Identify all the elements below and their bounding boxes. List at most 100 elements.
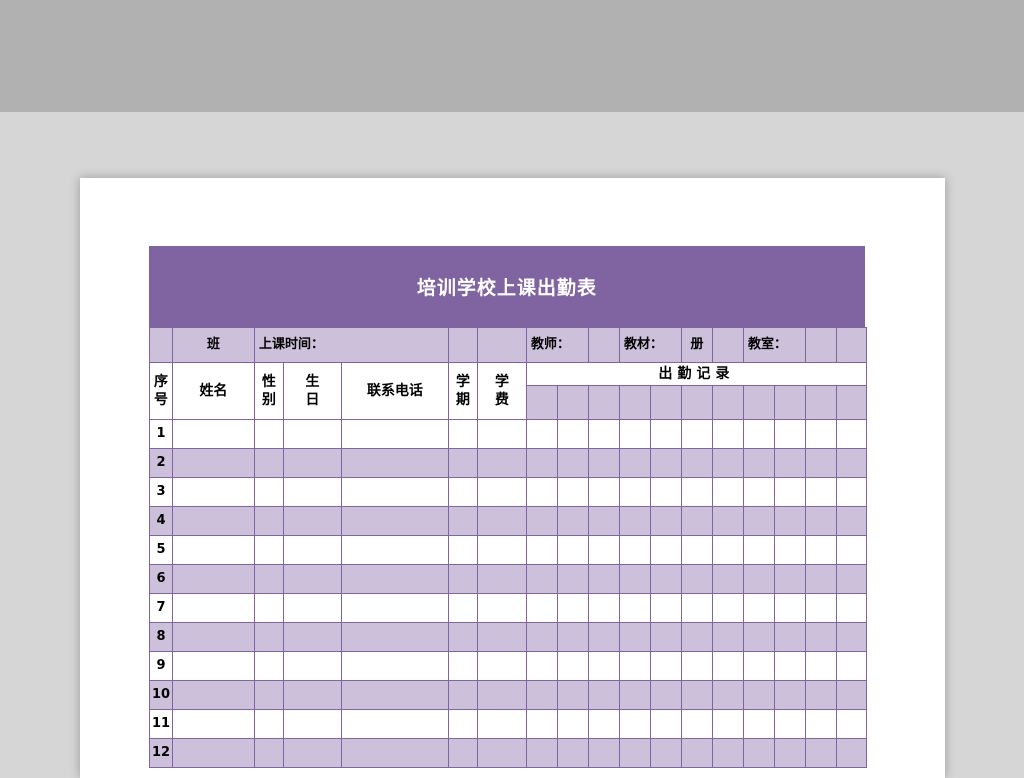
student-cell[interactable] — [341, 448, 449, 478]
attendance-cell[interactable] — [774, 709, 806, 739]
student-cell[interactable] — [341, 535, 449, 565]
student-cell[interactable] — [448, 622, 478, 652]
attendance-cell[interactable] — [836, 593, 867, 623]
student-cell[interactable] — [477, 651, 527, 681]
attendance-cell[interactable] — [805, 448, 837, 478]
attendance-cell[interactable] — [805, 477, 837, 507]
student-cell[interactable] — [448, 651, 478, 681]
info-cell[interactable] — [712, 327, 744, 363]
attendance-cell[interactable] — [650, 448, 682, 478]
student-cell[interactable] — [254, 419, 284, 449]
attendance-cell[interactable] — [774, 535, 806, 565]
attendance-day-header[interactable] — [681, 385, 713, 420]
attendance-cell[interactable] — [712, 448, 744, 478]
student-cell[interactable] — [341, 738, 449, 768]
attendance-cell[interactable] — [681, 680, 713, 710]
attendance-cell[interactable] — [650, 680, 682, 710]
info-cell[interactable] — [805, 327, 837, 363]
attendance-day-header[interactable] — [836, 385, 867, 420]
student-cell[interactable] — [283, 593, 342, 623]
student-cell[interactable] — [283, 448, 342, 478]
student-cell[interactable] — [254, 593, 284, 623]
attendance-cell[interactable] — [681, 709, 713, 739]
attendance-cell[interactable] — [743, 709, 775, 739]
student-cell[interactable] — [283, 419, 342, 449]
student-cell[interactable] — [254, 535, 284, 565]
attendance-cell[interactable] — [712, 535, 744, 565]
student-cell[interactable] — [283, 506, 342, 536]
attendance-cell[interactable] — [650, 477, 682, 507]
attendance-cell[interactable] — [712, 477, 744, 507]
attendance-cell[interactable] — [650, 564, 682, 594]
attendance-cell[interactable] — [650, 593, 682, 623]
student-cell[interactable] — [172, 448, 255, 478]
student-cell[interactable] — [172, 535, 255, 565]
attendance-cell[interactable] — [681, 448, 713, 478]
attendance-cell[interactable] — [526, 709, 558, 739]
attendance-cell[interactable] — [557, 419, 589, 449]
attendance-cell[interactable] — [712, 564, 744, 594]
student-cell[interactable] — [477, 506, 527, 536]
student-cell[interactable] — [341, 419, 449, 449]
attendance-cell[interactable] — [619, 506, 651, 536]
student-cell[interactable] — [254, 448, 284, 478]
student-cell[interactable] — [283, 738, 342, 768]
attendance-cell[interactable] — [712, 680, 744, 710]
attendance-cell[interactable] — [712, 709, 744, 739]
student-cell[interactable] — [283, 535, 342, 565]
attendance-cell[interactable] — [526, 651, 558, 681]
attendance-day-header[interactable] — [805, 385, 837, 420]
student-cell[interactable] — [341, 593, 449, 623]
attendance-cell[interactable] — [619, 448, 651, 478]
attendance-cell[interactable] — [712, 651, 744, 681]
student-cell[interactable] — [172, 680, 255, 710]
student-cell[interactable] — [172, 564, 255, 594]
attendance-cell[interactable] — [805, 593, 837, 623]
student-cell[interactable] — [477, 622, 527, 652]
attendance-cell[interactable] — [526, 738, 558, 768]
attendance-cell[interactable] — [681, 419, 713, 449]
attendance-cell[interactable] — [836, 680, 867, 710]
student-cell[interactable] — [477, 477, 527, 507]
student-cell[interactable] — [172, 709, 255, 739]
attendance-cell[interactable] — [619, 564, 651, 594]
attendance-cell[interactable] — [588, 709, 620, 739]
student-cell[interactable] — [341, 680, 449, 710]
attendance-cell[interactable] — [557, 477, 589, 507]
student-cell[interactable] — [254, 709, 284, 739]
attendance-cell[interactable] — [805, 535, 837, 565]
attendance-cell[interactable] — [526, 419, 558, 449]
attendance-cell[interactable] — [836, 506, 867, 536]
attendance-cell[interactable] — [774, 680, 806, 710]
attendance-cell[interactable] — [774, 738, 806, 768]
attendance-cell[interactable] — [650, 709, 682, 739]
student-cell[interactable] — [477, 419, 527, 449]
student-cell[interactable] — [254, 680, 284, 710]
student-cell[interactable] — [448, 738, 478, 768]
attendance-cell[interactable] — [743, 738, 775, 768]
attendance-cell[interactable] — [619, 622, 651, 652]
attendance-cell[interactable] — [681, 651, 713, 681]
attendance-cell[interactable] — [588, 738, 620, 768]
student-cell[interactable] — [341, 477, 449, 507]
attendance-day-header[interactable] — [557, 385, 589, 420]
attendance-cell[interactable] — [526, 622, 558, 652]
student-cell[interactable] — [254, 738, 284, 768]
student-cell[interactable] — [283, 564, 342, 594]
attendance-cell[interactable] — [774, 477, 806, 507]
attendance-cell[interactable] — [836, 709, 867, 739]
student-cell[interactable] — [283, 477, 342, 507]
attendance-cell[interactable] — [588, 448, 620, 478]
attendance-cell[interactable] — [588, 622, 620, 652]
student-cell[interactable] — [172, 622, 255, 652]
student-cell[interactable] — [448, 477, 478, 507]
attendance-cell[interactable] — [619, 651, 651, 681]
student-cell[interactable] — [254, 564, 284, 594]
attendance-cell[interactable] — [681, 535, 713, 565]
student-cell[interactable] — [448, 535, 478, 565]
attendance-cell[interactable] — [650, 419, 682, 449]
attendance-cell[interactable] — [588, 593, 620, 623]
attendance-cell[interactable] — [774, 419, 806, 449]
student-cell[interactable] — [341, 506, 449, 536]
attendance-cell[interactable] — [743, 651, 775, 681]
